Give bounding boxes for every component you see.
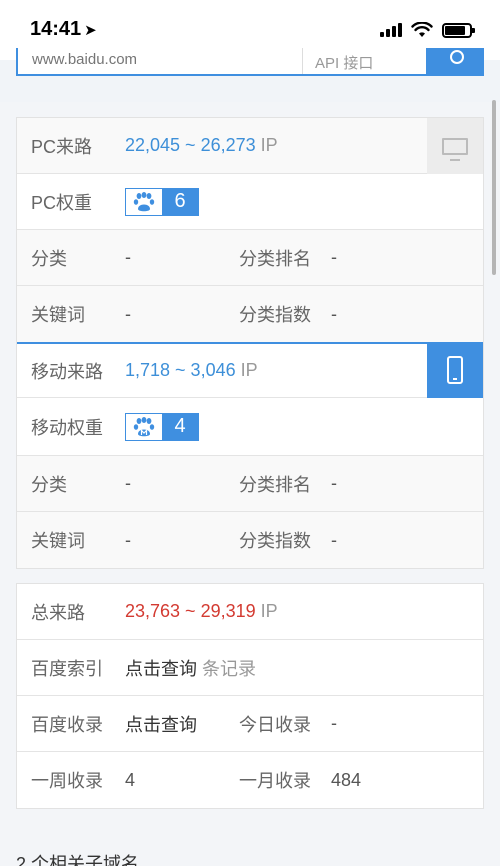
phone-icon	[447, 356, 463, 384]
week-include-value: 4	[125, 769, 136, 790]
month-include-label: 一月收录	[239, 771, 311, 791]
week-include-label: 一周收录	[31, 771, 103, 791]
pc-source-range: 22,045 ~ 26,273	[125, 135, 256, 155]
pc-weight-label: PC权重	[31, 192, 93, 213]
weight-card: PC来路 22,045 ~ 26,273 IP PC权重 6 分类 - 分类排名…	[16, 117, 484, 569]
subdomains-heading: 2 个相关子域名	[16, 854, 140, 866]
search-button[interactable]	[428, 48, 484, 76]
pc-category-index-label: 分类指数	[239, 305, 311, 325]
pc-source-unit: IP	[260, 135, 278, 155]
mobile-keyword-row: 关键词 - 分类指数 -	[17, 512, 483, 568]
month-include-value: 484	[331, 769, 362, 790]
pc-category-rank-value: -	[331, 247, 337, 267]
pc-keyword-row: 关键词 - 分类指数 -	[17, 286, 483, 342]
mobile-category-rank-value: -	[331, 473, 337, 493]
baidu-index-suffix: 条记录	[202, 658, 257, 679]
baidu-include-label: 百度收录	[31, 714, 103, 735]
today-include-label: 今日收录	[239, 714, 311, 735]
mobile-source-unit: IP	[240, 360, 258, 380]
total-source-row: 总来路 23,763 ~ 29,319 IP	[17, 584, 483, 640]
pc-category-label: 分类	[31, 248, 67, 269]
status-time: 14:41 ➤	[30, 18, 97, 41]
mobile-category-rank-label: 分类排名	[239, 474, 311, 495]
mobile-weight-value: 4	[162, 413, 198, 440]
mobile-category-index-label: 分类指数	[239, 531, 311, 551]
total-source-range: 23,763 ~ 29,319	[125, 601, 256, 621]
pc-weight-badge[interactable]: 6	[125, 187, 199, 216]
mobile-tab[interactable]	[427, 342, 483, 398]
mobile-weight-label: 移动权重	[31, 417, 103, 438]
baidu-mobile-paw-icon	[126, 413, 162, 440]
baidu-include-row: 百度收录 点击查询 今日收录 -	[17, 696, 483, 752]
mobile-keyword-label: 关键词	[31, 531, 85, 551]
baidu-include-query-link[interactable]: 点击查询	[125, 711, 197, 737]
mobile-weight-row: 移动权重 4	[17, 398, 483, 456]
pc-source-label: PC来路	[31, 136, 93, 157]
mobile-weight-badge[interactable]: 4	[125, 412, 199, 441]
pc-category-row: 分类 - 分类排名 -	[17, 230, 483, 286]
baidu-paw-icon	[126, 188, 162, 215]
pc-weight-value: 6	[162, 188, 198, 215]
search-input[interactable]	[32, 51, 292, 68]
pc-keyword-value: -	[125, 303, 131, 324]
mobile-category-label: 分类	[31, 474, 67, 495]
mobile-source-value: 1,718 ~ 3,046 IP	[125, 360, 258, 381]
baidu-index-value: 点击查询 条记录	[125, 655, 256, 681]
time-text: 14:41	[30, 18, 82, 40]
pc-weight-row: PC权重 6	[17, 174, 483, 230]
pc-category-value: -	[125, 247, 131, 267]
mobile-category-value: -	[125, 473, 131, 493]
baidu-index-query-link[interactable]: 点击查询	[125, 659, 197, 679]
signal-icon	[380, 23, 402, 37]
mobile-source-range: 1,718 ~ 3,046	[125, 360, 236, 380]
search-box[interactable]: API 接口	[16, 48, 428, 76]
page: 14:41➤ API 接口 PC来路 22,045 ~ 26,273 IP	[0, 0, 500, 866]
location-arrow-icon: ➤	[84, 22, 97, 39]
baidu-index-label: 百度索引	[31, 658, 103, 679]
total-source-value: 23,763 ~ 29,319 IP	[125, 601, 278, 622]
today-include-value: -	[331, 713, 337, 733]
period-include-row: 一周收录 4 一月收录 484	[17, 752, 483, 808]
status-icons	[380, 22, 475, 38]
total-source-unit: IP	[260, 601, 278, 621]
mobile-category-index-value: -	[331, 529, 337, 550]
mobile-source-label: 移动来路	[31, 361, 103, 382]
pc-tab[interactable]	[427, 118, 483, 174]
mobile-category-row: 分类 - 分类排名 -	[17, 456, 483, 512]
pc-category-rank-label: 分类排名	[239, 248, 311, 269]
total-source-label: 总来路	[31, 602, 85, 623]
mobile-source-row: 移动来路 1,718 ~ 3,046 IP	[17, 342, 483, 398]
mobile-keyword-value: -	[125, 529, 131, 550]
pc-source-value: 22,045 ~ 26,273 IP	[125, 135, 278, 156]
pc-keyword-label: 关键词	[31, 305, 85, 325]
scrollbar[interactable]	[492, 100, 496, 275]
baidu-index-row: 百度索引 点击查询 条记录	[17, 640, 483, 696]
pc-source-row: PC来路 22,045 ~ 26,273 IP	[17, 118, 483, 174]
search-type-select[interactable]: API 接口	[302, 48, 426, 74]
pc-category-index-value: -	[331, 303, 337, 324]
monitor-icon	[442, 137, 468, 161]
search-icon	[450, 50, 464, 64]
wifi-icon	[411, 22, 433, 37]
battery-icon	[442, 22, 475, 38]
summary-card: 总来路 23,763 ~ 29,319 IP 百度索引 点击查询 条记录 百度收…	[16, 583, 484, 809]
